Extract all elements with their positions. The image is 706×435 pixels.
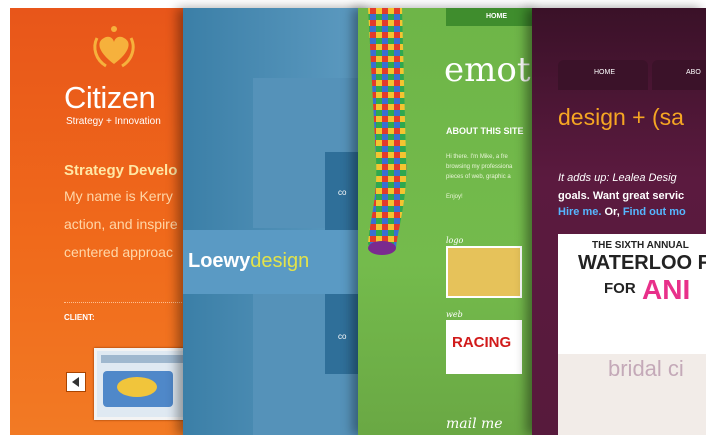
nav-home-link[interactable]: HOME [486, 13, 507, 20]
citizen-divider [64, 302, 200, 303]
lealea-brand: design + (sa [558, 104, 684, 130]
citizen-brand: Citizen [64, 80, 156, 115]
find-out-more-link[interactable]: Find out mo [623, 206, 686, 218]
poster-ani-text: ANI [642, 274, 691, 305]
brand-part-design: design [250, 250, 310, 272]
citizen-tagline: Strategy + Innovation [66, 116, 161, 127]
prev-arrow-button[interactable] [66, 372, 86, 392]
about-line: Enjoy! [446, 194, 463, 200]
corner-text: co [338, 332, 347, 341]
heart-laurel-icon [93, 26, 135, 68]
citizen-site-panel[interactable]: Citizen Strategy + Innovation Strategy D… [10, 8, 200, 435]
intro-text: It adds up: Lealea Desig [558, 172, 677, 184]
citizen-client-label: CLIENT: [64, 313, 95, 322]
striped-sock-icon [368, 8, 407, 255]
poster-sixth-text: THE SIXTH ANNUAL [592, 240, 689, 251]
racing-text: RACING [452, 334, 512, 351]
intro-line: goals. Want great servic [558, 190, 685, 202]
thumbnail-blob [117, 377, 157, 397]
corner-text: co [338, 188, 347, 197]
web-label: web [446, 310, 463, 319]
loewy-brand: Loewydesign [188, 250, 309, 273]
citizen-body-line: My name is Kerry [64, 188, 173, 204]
hire-me-link[interactable]: Hire me. [558, 206, 601, 218]
about-heading: ABOUT THIS SITE [446, 126, 524, 136]
intro-separator: Or, [601, 206, 623, 218]
citizen-body-line: centered approac [64, 244, 173, 260]
mail-me-link[interactable]: mail me [446, 416, 503, 432]
intro-links: Hire me. Or, Find out mo [558, 206, 686, 218]
poster-waterloo-text: WATERLOO FES [578, 252, 706, 274]
emot-brand: emot [444, 50, 531, 90]
tab-about-label: ABO [686, 69, 701, 76]
logo-thumbnail[interactable] [446, 246, 522, 298]
tab-home-label: HOME [594, 69, 615, 76]
intro-line: It adds up: Lealea Desig [558, 172, 677, 184]
about-line: browsing my professiona [446, 164, 513, 170]
lealea-site-panel[interactable]: HOME ABO design + (sa It adds up: Lealea… [532, 8, 706, 435]
about-line: Hi there. I'm Mike, a fre [446, 154, 508, 160]
brand-part-loewy: Loewy [188, 250, 251, 272]
bridal-text: bridal ci [608, 356, 684, 381]
emot-site-panel[interactable]: HOME emot ABOUT THIS SITE Hi there. I'm … [358, 8, 538, 435]
poster-for-text: FOR [604, 280, 636, 297]
loewy-site-panel[interactable]: Loewydesign co co [183, 8, 373, 435]
logo-label: logo [446, 236, 464, 245]
citizen-heading: Strategy Develo [64, 162, 178, 179]
citizen-body-line: action, and inspire [64, 216, 178, 232]
about-line: pieces of web, graphic a [446, 174, 511, 180]
